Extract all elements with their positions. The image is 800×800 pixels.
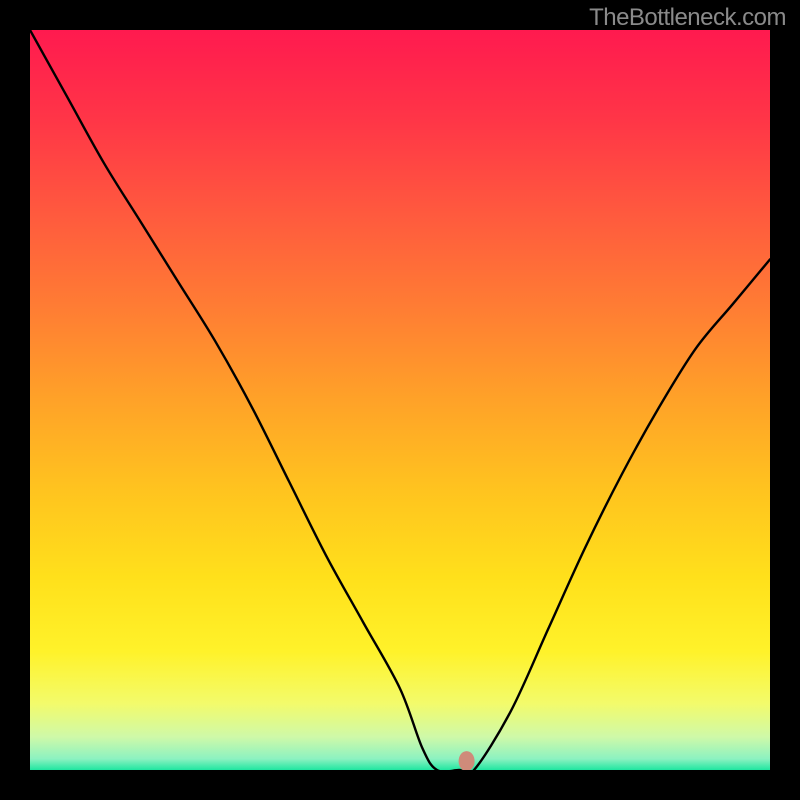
bottleneck-curve-chart [30, 30, 770, 770]
plot-area [30, 30, 770, 770]
attribution-text: TheBottleneck.com [589, 4, 786, 32]
chart-frame: TheBottleneck.com [0, 0, 800, 800]
gradient-background [30, 30, 770, 770]
